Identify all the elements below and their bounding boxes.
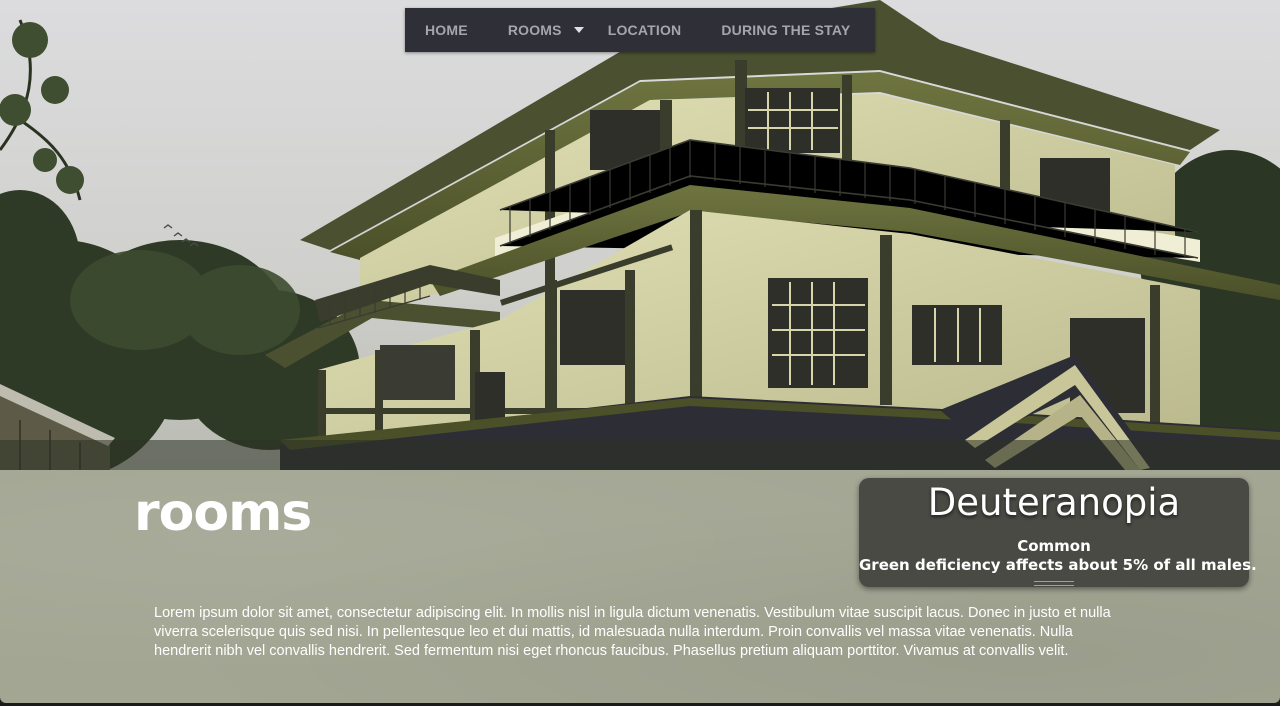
caret-down-icon <box>573 27 584 33</box>
main-nav: HOME ROOMS LOCATION DURING THE STAY <box>405 8 875 52</box>
nav-home[interactable]: HOME <box>425 22 468 38</box>
nav-rooms-label: ROOMS <box>507 22 562 38</box>
section-title: rooms <box>134 483 312 543</box>
card-description: Green deficiency affects about 5% of all… <box>859 556 1257 574</box>
color-blindness-card[interactable]: Deuteranopia Common Green deficiency aff… <box>859 478 1257 587</box>
section-body: Lorem ipsum dolor sit amet, consectetur … <box>154 605 1111 659</box>
card-prevalence: Common <box>1017 537 1091 555</box>
page: HOME ROOMS LOCATION DURING THE STAY room… <box>0 0 1280 706</box>
hero-image <box>0 0 1280 470</box>
card-title: Deuteranopia <box>927 481 1181 524</box>
nav-during-the-stay[interactable]: DURING THE STAY <box>721 22 850 38</box>
nav-location[interactable]: LOCATION <box>608 22 682 38</box>
drag-handle-icon[interactable] <box>1034 581 1074 586</box>
nav-rooms[interactable]: ROOMS <box>508 22 584 38</box>
